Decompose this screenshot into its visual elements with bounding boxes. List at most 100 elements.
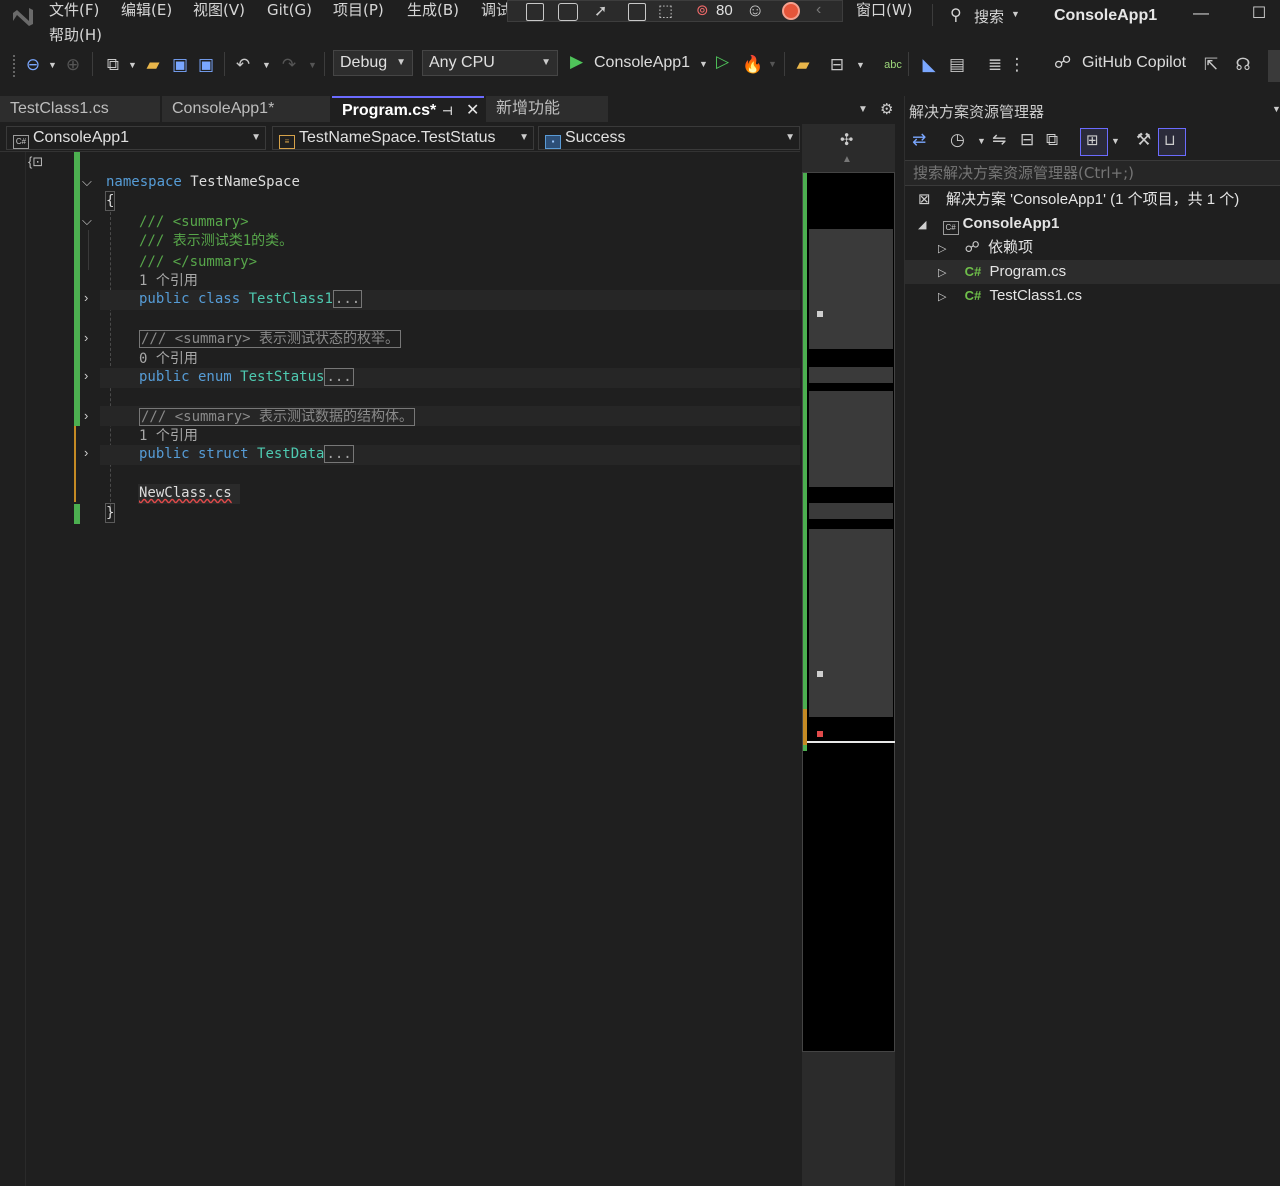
pointer-icon[interactable]: ➚ (594, 1, 607, 21)
fold-chevron-down-icon[interactable]: ⌵ (82, 213, 92, 229)
tab-consoleapp1[interactable]: ConsoleApp1* (162, 96, 330, 122)
chevron-left-icon[interactable]: ‹ (816, 1, 821, 19)
menu-edit[interactable]: 编辑(E) (121, 0, 172, 22)
scroll-map[interactable] (802, 172, 895, 1052)
collapsed-triangle-icon[interactable]: ▷ (938, 243, 946, 255)
frame-icon[interactable] (628, 3, 646, 21)
codelens-references[interactable]: 0 个引用 (139, 348, 198, 368)
save-all-icon[interactable]: ▣ (195, 54, 217, 76)
quick-actions-icon[interactable]: {⊡ (28, 154, 43, 170)
toolbar-grip[interactable] (12, 54, 16, 78)
feedback-icon[interactable]: ☊ (1232, 54, 1254, 76)
code-line-struct[interactable]: public struct TestData... (139, 445, 354, 463)
expand-chevron-icon[interactable]: › (84, 330, 88, 345)
hot-reload-icon[interactable]: ⊚ (696, 1, 709, 19)
code-line-namespace[interactable]: namespace TestNameSpace (106, 173, 300, 191)
toolbar-overflow[interactable] (1268, 50, 1280, 82)
minimize-button[interactable]: — (1186, 4, 1216, 26)
hot-reload-icon[interactable]: 🔥 (742, 54, 764, 76)
type-dropdown[interactable]: ≡ TestNameSpace.TestStatus ▼ (272, 126, 534, 150)
run-icon[interactable]: ▶ (570, 52, 583, 72)
collapsed-region[interactable]: ... (324, 445, 354, 463)
tree-item-program-cs[interactable]: ▷ C# Program.cs (905, 260, 1280, 284)
platform-dropdown[interactable]: Any CPU ▼ (422, 50, 558, 76)
maximize-button[interactable]: ☐ (1244, 4, 1274, 26)
redo-icon[interactable]: ↷ (278, 54, 300, 76)
split-window-icon[interactable]: ✣ (840, 130, 853, 150)
expanded-triangle-icon[interactable]: ◢ (918, 219, 926, 231)
tree-item-testclass1-cs[interactable]: ▷ C# TestClass1.cs (938, 284, 1280, 308)
search-button[interactable]: 搜索 (974, 6, 1004, 27)
scroll-up-icon[interactable]: ▲ (842, 154, 852, 165)
menu-build[interactable]: 生成(B) (407, 0, 459, 22)
share-icon[interactable]: ⇱ (1200, 54, 1222, 76)
tree-item-project[interactable]: ◢ C# ConsoleApp1 (918, 212, 1280, 236)
code-line-open-brace[interactable]: { (104, 191, 116, 211)
collapsed-region[interactable]: ... (332, 290, 363, 308)
collapsed-doc-comment-struct[interactable]: /// <summary> 表示测试数据的结构体。 (139, 408, 416, 426)
redo-caret-icon[interactable]: ▼ (308, 60, 317, 70)
expand-chevron-icon[interactable]: › (84, 290, 88, 305)
expand-chevron-icon[interactable]: › (84, 368, 88, 383)
pin-icon[interactable]: ⊣ (442, 98, 453, 124)
more-options-icon[interactable]: ⋮ (1006, 54, 1028, 76)
record-icon[interactable] (558, 3, 578, 21)
code-line-close-brace[interactable]: } (104, 503, 116, 523)
stop-icon[interactable] (782, 2, 800, 20)
tree-item-solution[interactable]: ⊠ 解决方案 'ConsoleApp1' (1 个项目，共 1 个) (918, 188, 1280, 212)
select-icon[interactable]: ◣ (918, 54, 940, 76)
member-dropdown[interactable]: ▪ Success ▼ (538, 126, 800, 150)
codelens-references[interactable]: 1 个引用 (139, 425, 198, 445)
run-target-button[interactable]: ConsoleApp1 (594, 54, 690, 72)
search-input[interactable] (905, 161, 1280, 185)
spell-check-icon[interactable]: abc (882, 54, 904, 76)
collapse-all-icon[interactable]: ⊟ (1020, 130, 1034, 150)
undo-caret-icon[interactable]: ▼ (262, 60, 271, 70)
project-dropdown[interactable]: C# ConsoleApp1 ▼ (6, 126, 266, 150)
code-line-class[interactable]: public class TestClass1... (139, 290, 363, 308)
solution-explorer-search[interactable] (905, 160, 1280, 186)
tree-item-dependencies[interactable]: ▷ ☍ 依赖项 (938, 236, 1280, 260)
pending-changes-icon[interactable]: ◷ (950, 130, 965, 150)
configuration-dropdown[interactable]: Debug ▼ (333, 50, 413, 76)
accessibility-icon[interactable]: ☺ (746, 0, 764, 21)
copilot-icon[interactable]: ☍ (1054, 53, 1071, 73)
menu-file[interactable]: 文件(F) (49, 0, 99, 22)
undo-icon[interactable]: ↶ (232, 54, 254, 76)
tab-whats-new[interactable]: 新增功能 (486, 96, 608, 122)
search-caret-icon[interactable]: ▼ (1011, 9, 1020, 19)
pending-caret-icon[interactable]: ▼ (977, 136, 986, 146)
back-caret-icon[interactable]: ▼ (48, 60, 57, 70)
settings-gear-icon[interactable]: ⚙ (880, 100, 893, 118)
menu-project[interactable]: 项目(P) (333, 0, 384, 22)
collapsed-region[interactable]: ... (324, 368, 354, 386)
new-project-icon[interactable]: ⧉ (102, 54, 124, 76)
layout-caret-icon[interactable]: ▼ (856, 60, 865, 70)
menu-git[interactable]: Git(G) (267, 0, 312, 22)
tab-testclass1[interactable]: TestClass1.cs (0, 96, 160, 122)
back-icon[interactable]: ⊖ (22, 54, 44, 76)
menu-window[interactable]: 窗口(W) (856, 0, 913, 22)
split-icon[interactable]: ▤ (946, 54, 968, 76)
collapsed-triangle-icon[interactable]: ▷ (938, 267, 946, 279)
menu-help[interactable]: 帮助(H) (49, 25, 102, 47)
select-element-icon[interactable] (526, 3, 544, 21)
hot-reload-caret-icon[interactable]: ▼ (768, 59, 777, 69)
tab-program[interactable]: Program.cs* ⊣ ✕ (332, 96, 484, 122)
fold-chevron-down-icon[interactable]: ⌵ (82, 174, 92, 190)
github-copilot-button[interactable]: GitHub Copilot (1082, 54, 1186, 72)
run-caret-icon[interactable]: ▼ (699, 59, 708, 69)
format-icon[interactable]: ≣ (984, 54, 1006, 76)
doc-comment-summary-open[interactable]: /// <summary> (139, 213, 249, 231)
code-line-enum[interactable]: public enum TestStatus... (139, 368, 354, 386)
error-squiggle-text[interactable]: NewClass.cs (138, 484, 240, 504)
properties-wrench-icon[interactable]: ⚒ (1136, 130, 1151, 150)
browse-folder-icon[interactable]: ▰ (792, 54, 814, 76)
save-icon[interactable]: ▣ (169, 54, 191, 76)
tab-list-dropdown-icon[interactable]: ▼ (858, 104, 868, 115)
codelens-references[interactable]: 1 个引用 (139, 270, 198, 290)
show-all-files-icon[interactable]: ⧉ (1046, 130, 1058, 150)
new-caret-icon[interactable]: ▼ (128, 60, 137, 70)
layout-icon[interactable]: ⊟ (826, 54, 848, 76)
doc-comment-summary-text[interactable]: /// 表示测试类1的类。 (139, 232, 293, 250)
